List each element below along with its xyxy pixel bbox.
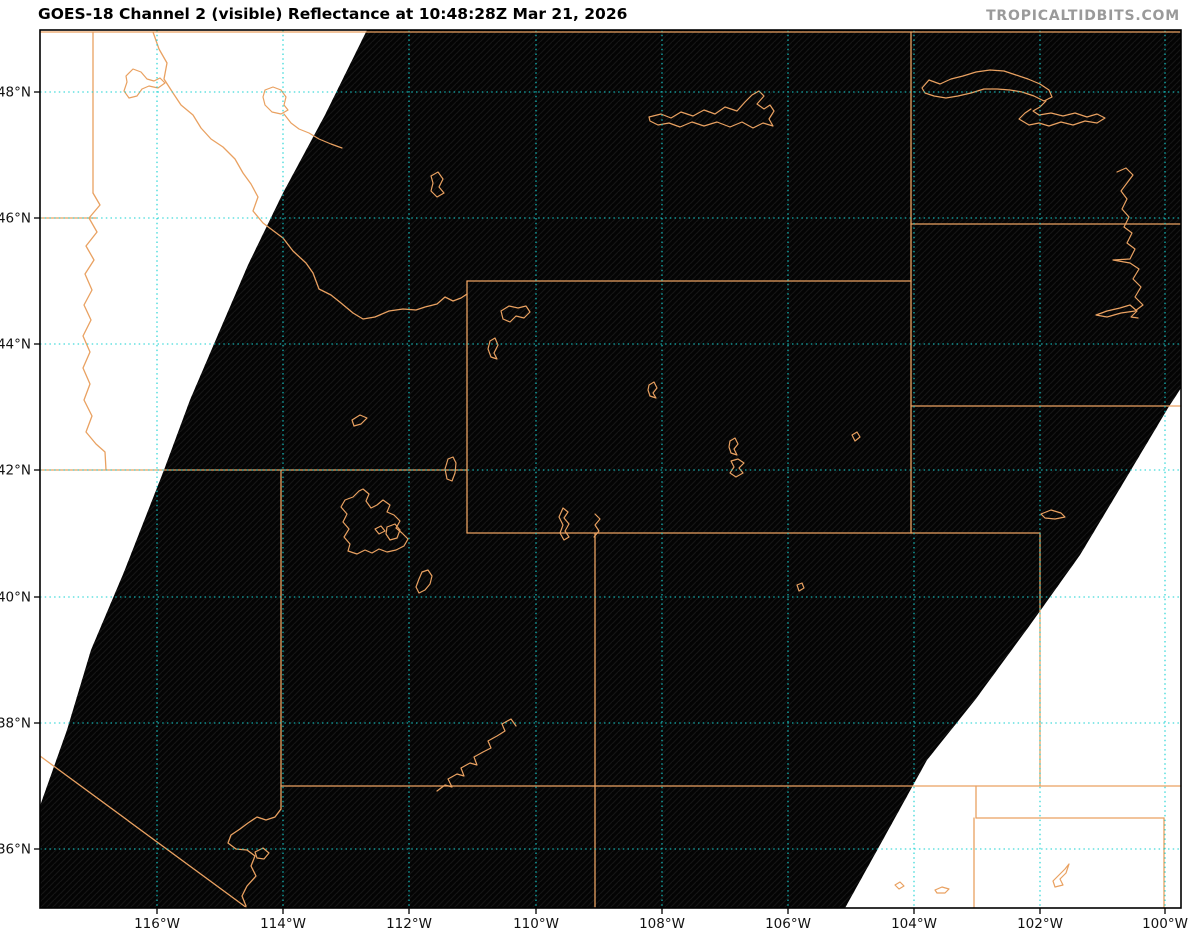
lon-tick-label: 100°W <box>1142 916 1188 929</box>
lat-tick-label: 36°N <box>0 842 31 858</box>
lat-tick-label: 42°N <box>0 463 31 479</box>
lon-tick-label: 116°W <box>134 916 180 929</box>
satellite-map: 48°N 46°N 44°N 42°N 40°N 38°N 36°N 116°W 114°W 11… <box>0 29 1188 929</box>
lat-tick-label: 38°N <box>0 716 31 732</box>
lat-tick-label: 46°N <box>0 211 31 227</box>
lon-tick-label: 106°W <box>765 916 811 929</box>
lon-tick-label: 108°W <box>639 916 685 929</box>
satellite-map-page: GOES-18 Channel 2 (visible) Reflectance … <box>0 0 1200 929</box>
lon-tick-label: 104°W <box>891 916 937 929</box>
lon-tick-label: 112°W <box>386 916 432 929</box>
lon-tick-label: 110°W <box>513 916 559 929</box>
lat-tick-label: 48°N <box>0 85 31 101</box>
lat-tick-label: 44°N <box>0 337 31 353</box>
lon-tick-label: 102°W <box>1017 916 1063 929</box>
lon-tick-label: 114°W <box>260 916 306 929</box>
lat-tick-label: 40°N <box>0 590 31 606</box>
